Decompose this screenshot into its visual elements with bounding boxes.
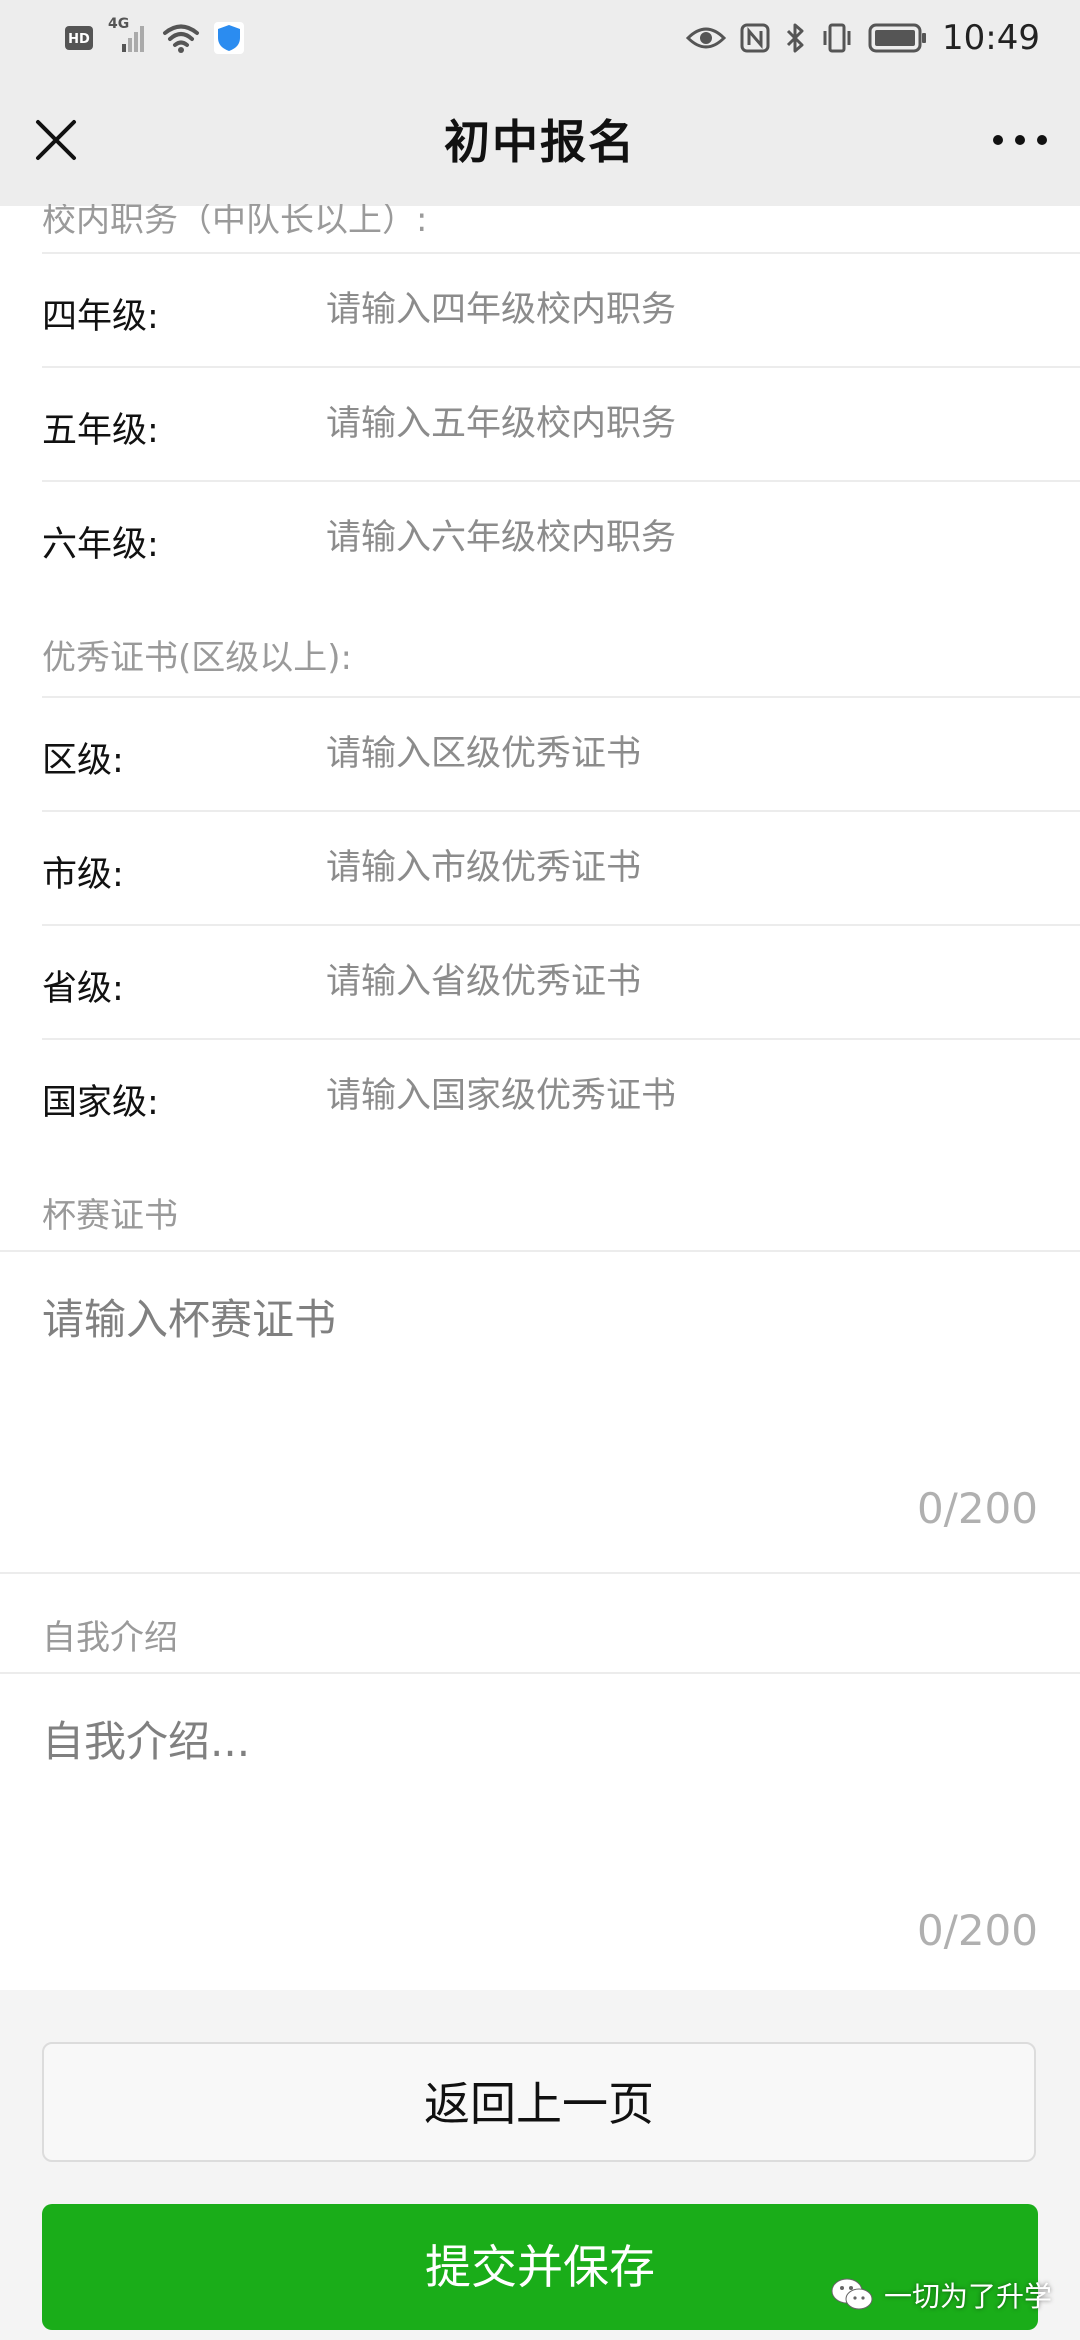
wifi-icon (163, 24, 199, 53)
watermark-text: 一切为了升学 (884, 2280, 1053, 2313)
cert-row-province: 省级: (42, 924, 1080, 1038)
divider (0, 1572, 1080, 1574)
self-intro-textarea[interactable] (42, 1708, 1037, 1858)
cup-char-counter: 0/200 (916, 1484, 1038, 1533)
more-icon[interactable] (988, 112, 1052, 168)
section-label-intro: 自我介绍 (42, 1618, 178, 1658)
intro-char-counter: 0/200 (916, 1906, 1038, 1955)
section-label-cup: 杯赛证书 (42, 1196, 178, 1236)
status-bar-right: 10:49 (686, 18, 1040, 58)
divider (0, 1250, 1080, 1252)
section-label-certificates: 优秀证书(区级以上): (42, 638, 352, 678)
cert-input-district[interactable] (326, 724, 1046, 784)
back-button[interactable]: 返回上一页 (42, 2042, 1036, 2162)
duty-row-grade6: 六年级: (42, 480, 1080, 594)
status-bar-left: HD 4G (64, 16, 244, 58)
duty-input-grade4[interactable] (326, 280, 1046, 340)
cert-input-city[interactable] (326, 838, 1046, 898)
vibrate-icon (823, 23, 851, 53)
cert-input-province[interactable] (326, 952, 1046, 1012)
divider (0, 1672, 1080, 1674)
duty-row-grade4: 四年级: (42, 252, 1080, 366)
cup-certificate-textarea[interactable] (42, 1286, 1037, 1436)
duty-label-grade6: 六年级: (42, 525, 159, 565)
signal-icon: 4G (108, 16, 148, 56)
battery-icon (868, 23, 927, 53)
cert-input-national[interactable] (326, 1066, 1046, 1126)
duty-input-grade6[interactable] (326, 508, 1046, 568)
status-time: 10:49 (942, 18, 1040, 58)
duty-label-grade5: 五年级: (42, 411, 159, 451)
cert-label-city: 市级: (42, 855, 124, 895)
nav-bar: 初中报名 (0, 76, 1080, 206)
hd-icon: HD (65, 26, 93, 50)
duty-row-grade5: 五年级: (42, 366, 1080, 480)
page-title: 初中报名 (444, 115, 636, 169)
watermark: 一切为了升学 (830, 2270, 1052, 2320)
cert-label-district: 区级: (42, 741, 124, 781)
cert-label-province: 省级: (42, 969, 124, 1009)
cert-row-city: 市级: (42, 810, 1080, 924)
duty-label-grade4: 四年级: (42, 297, 159, 337)
shield-icon (214, 22, 244, 54)
nfc-icon (740, 23, 770, 53)
duty-input-grade5[interactable] (326, 394, 1046, 454)
wechat-icon (831, 2278, 873, 2310)
status-bar: HD 4G 10:49 (0, 0, 1080, 76)
hd-badge-text: HD (68, 32, 90, 47)
cert-label-national: 国家级: (42, 1083, 159, 1123)
bluetooth-icon (786, 23, 804, 53)
cert-row-national: 国家级: (42, 1038, 1080, 1152)
cert-row-district: 区级: (42, 696, 1080, 810)
eye-icon (686, 27, 727, 49)
